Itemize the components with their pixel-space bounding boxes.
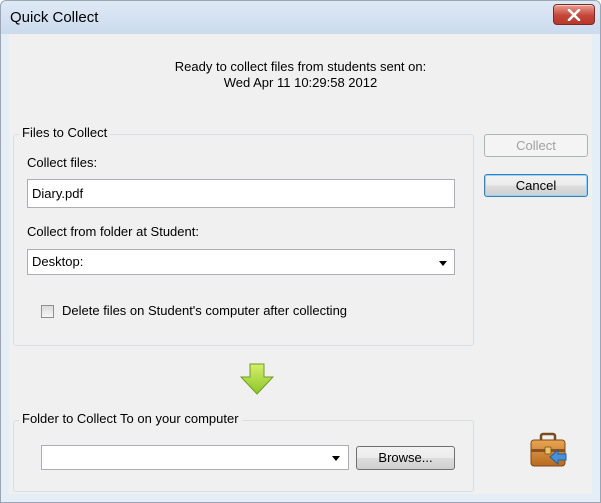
- title-bar: Quick Collect: [1, 1, 600, 34]
- student-folder-value: Desktop:: [32, 254, 84, 269]
- briefcase-icon: [530, 432, 567, 467]
- down-arrow-icon: [240, 363, 274, 395]
- dest-folder-combo[interactable]: [41, 445, 349, 470]
- ready-line-2: Wed Apr 11 10:29:58 2012: [223, 75, 378, 90]
- collect-button[interactable]: Collect: [484, 134, 588, 157]
- ready-message: Ready to collect files from students sen…: [9, 59, 592, 91]
- browse-button[interactable]: Browse...: [356, 446, 455, 470]
- cancel-button[interactable]: Cancel: [484, 174, 588, 197]
- files-group-legend: Files to Collect: [19, 125, 111, 140]
- chevron-down-icon: [439, 261, 447, 266]
- close-button[interactable]: [553, 4, 595, 25]
- ready-line-1: Ready to collect files from students sen…: [174, 59, 427, 74]
- dialog-body: Ready to collect files from students sen…: [9, 34, 592, 494]
- collect-files-label: Collect files:: [27, 155, 98, 170]
- collect-files-input[interactable]: [27, 179, 455, 208]
- close-icon: [567, 9, 581, 21]
- chevron-down-icon: [332, 456, 340, 461]
- quick-collect-dialog: Quick Collect Ready to collect files fro…: [0, 0, 601, 503]
- folder-at-student-label: Collect from folder at Student:: [27, 224, 199, 239]
- dest-group-legend: Folder to Collect To on your computer: [19, 411, 242, 426]
- window-title: Quick Collect: [10, 9, 99, 26]
- delete-files-label: Delete files on Student's computer after…: [62, 303, 348, 318]
- delete-files-checkbox[interactable]: [41, 305, 54, 318]
- student-folder-select[interactable]: Desktop:: [27, 249, 455, 275]
